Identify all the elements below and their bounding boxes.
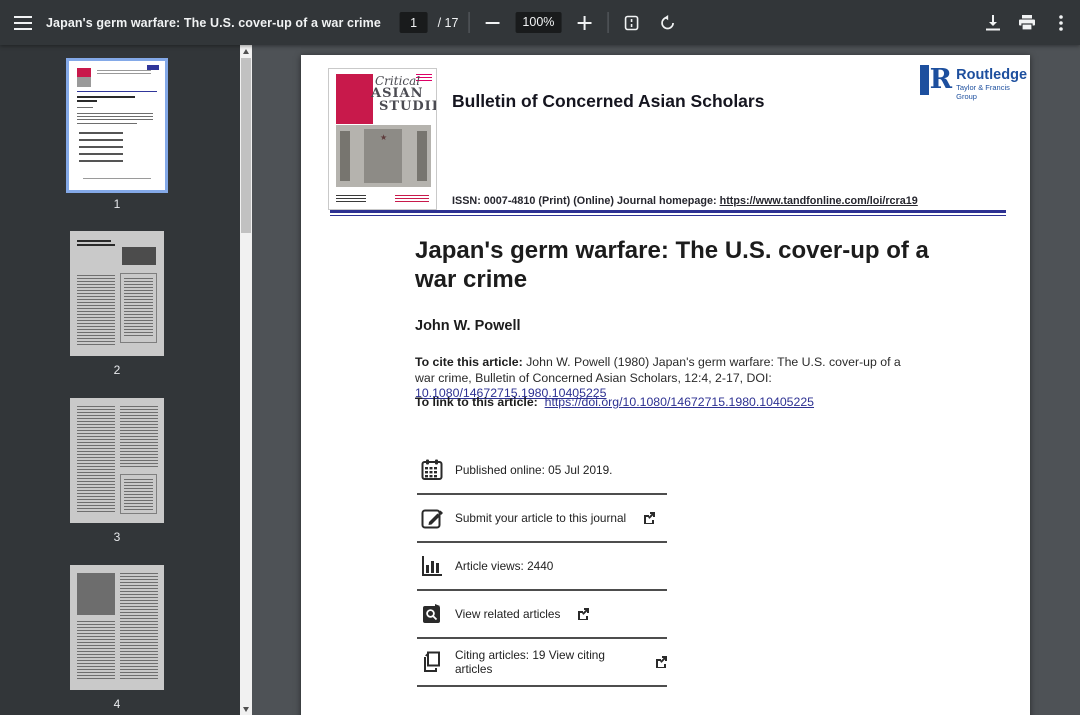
published-online-row: Published online: 05 Jul 2019. (417, 447, 667, 495)
journal-title: Bulletin of Concerned Asian Scholars (452, 91, 764, 112)
fit-page-icon[interactable] (618, 10, 644, 36)
thumb-sidebar-box (120, 474, 157, 514)
zoom-in-icon[interactable] (571, 10, 597, 36)
external-link-icon (643, 512, 655, 524)
cover-footer-text (395, 195, 429, 204)
thumb-title (77, 96, 135, 98)
scroll-down-icon[interactable] (240, 703, 252, 715)
submit-pencil-icon (421, 507, 443, 529)
thumb-action-rows (79, 132, 123, 166)
link-line: To link to this article: https://doi.org… (415, 395, 814, 409)
related-articles-row[interactable]: View related articles (417, 591, 667, 639)
sidebar-scrollbar[interactable] (240, 45, 252, 715)
zoom-level[interactable]: 100% (515, 12, 561, 33)
thumbnail-page-4-preview[interactable] (70, 565, 164, 690)
article-title: Japan's germ warfare: The U.S. cover-up … (415, 236, 945, 294)
citing-pages-icon (421, 651, 443, 673)
pdf-viewer-area[interactable]: Critical ASIAN STUDIES ★ Bulletin of Con… (252, 45, 1080, 715)
thumbnail-page-1[interactable]: 1 (69, 61, 165, 190)
thumb-text (77, 123, 137, 126)
thumbnail-page-3-label: 3 (70, 530, 164, 544)
thumb-text-column (77, 406, 115, 514)
thumb-title (77, 100, 97, 102)
sidebar-scrollbar-thumb[interactable] (241, 58, 251, 233)
thumb-sidebar-box (120, 273, 157, 343)
thumb-logo (147, 65, 159, 70)
thumbnail-page-2[interactable]: 2 (70, 231, 164, 356)
citing-articles-row[interactable]: Citing articles: 19 View citing articles (417, 639, 667, 687)
journal-homepage-link[interactable]: https://www.tandfonline.com/loi/rcra19 (720, 195, 918, 207)
article-views-row: Article views: 2440 (417, 543, 667, 591)
thumbnail-page-1-preview[interactable] (69, 61, 165, 190)
thumb-text-column (124, 278, 153, 338)
more-options-icon[interactable] (1048, 10, 1074, 36)
routledge-name: Routledge (956, 68, 1030, 83)
thumbnail-page-3[interactable]: 3 (70, 398, 164, 523)
thumb-rule (77, 91, 157, 92)
routledge-bar (920, 65, 929, 95)
routledge-logo: R Routledge Taylor & Francis Group (920, 65, 1030, 101)
thumbnail-sidebar: 1 2 3 4 (0, 45, 252, 715)
toolbar-divider (607, 12, 608, 33)
related-articles-text[interactable]: View related articles (455, 607, 560, 621)
page-count-label: / 17 (438, 16, 459, 30)
thumb-text-column (77, 275, 115, 347)
published-online-text: Published online: 05 Jul 2019. (455, 463, 612, 477)
header-rule (330, 210, 1006, 216)
thumb-title (77, 240, 111, 242)
thumbnail-page-4-label: 4 (70, 697, 164, 711)
page-number-input[interactable] (400, 12, 428, 33)
journal-cover-image: Critical ASIAN STUDIES ★ (328, 68, 437, 210)
thumb-text (77, 113, 153, 120)
thumb-text (97, 70, 151, 74)
calendar-icon (421, 459, 443, 481)
document-title: Japan's germ warfare: The U.S. cover-up … (46, 16, 381, 30)
article-author: John W. Powell (415, 318, 521, 334)
thumb-illustration (77, 573, 115, 615)
thumb-text-column (124, 479, 153, 511)
menu-icon[interactable] (0, 0, 46, 45)
star-icon: ★ (380, 133, 387, 142)
thumb-text-column (120, 406, 158, 468)
bar-chart-icon (421, 555, 443, 577)
submit-article-text[interactable]: Submit your article to this journal (455, 511, 626, 525)
thumb-text-column (77, 621, 115, 681)
thumbnail-page-3-preview[interactable] (70, 398, 164, 523)
thumb-text (77, 107, 93, 110)
thumb-footer (83, 178, 151, 180)
article-actions: Published online: 05 Jul 2019. Submit yo… (417, 447, 667, 687)
routledge-r-icon: R (930, 65, 952, 95)
thumb-text-column (120, 573, 158, 681)
citing-articles-text[interactable]: Citing articles: 19 View citing articles (455, 648, 638, 676)
thumb-illustration (122, 247, 156, 265)
pdf-page-1: Critical ASIAN STUDIES ★ Bulletin of Con… (301, 55, 1030, 715)
thumbnail-page-1-label: 1 (69, 197, 165, 211)
external-link-icon (577, 608, 589, 620)
thumbnail-page-2-label: 2 (70, 363, 164, 377)
cover-title: Critical ASIAN STUDIES (359, 75, 435, 114)
pdf-toolbar: Japan's germ warfare: The U.S. cover-up … (0, 0, 1080, 45)
doi-url-link[interactable]: https://doi.org/10.1080/14672715.1980.10… (545, 395, 814, 409)
thumb-cover-photo (77, 77, 91, 87)
print-icon[interactable] (1014, 10, 1040, 36)
toolbar-divider (468, 12, 469, 33)
external-link-icon (655, 656, 667, 668)
rotate-icon[interactable] (654, 10, 680, 36)
download-icon[interactable] (980, 10, 1006, 36)
submit-article-row[interactable]: Submit your article to this journal (417, 495, 667, 543)
routledge-tagline: Taylor & Francis Group (956, 83, 1030, 101)
cover-photo: ★ (336, 125, 431, 187)
thumb-title (77, 244, 115, 246)
zoom-out-icon[interactable] (479, 10, 505, 36)
issn-line: ISSN: 0007-4810 (Print) (Online) Journal… (452, 195, 918, 207)
thumbnail-page-4[interactable]: 4 (70, 565, 164, 690)
related-search-icon (421, 603, 443, 625)
cover-routledge-mark (336, 195, 366, 204)
scroll-up-icon[interactable] (240, 45, 252, 57)
article-views-text: Article views: 2440 (455, 559, 553, 573)
thumbnail-page-2-preview[interactable] (70, 231, 164, 356)
